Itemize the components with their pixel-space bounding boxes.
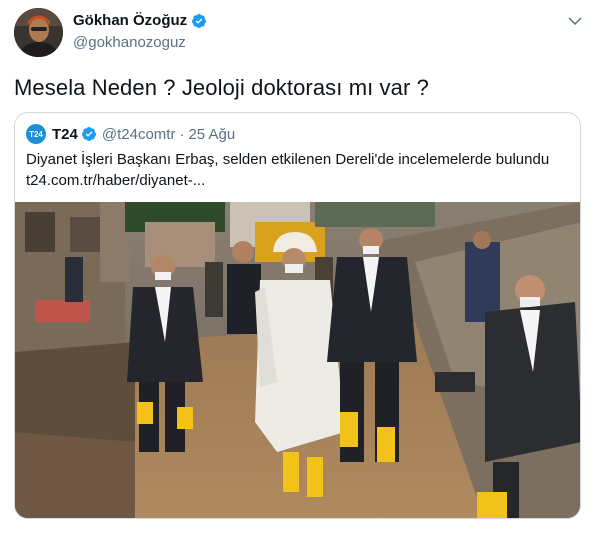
verified-badge-icon	[81, 127, 96, 141]
quoted-author-name[interactable]: T24	[52, 126, 78, 143]
quoted-avatar[interactable]: T24	[26, 124, 46, 144]
quoted-author-handle[interactable]: @t24comtr	[102, 126, 176, 143]
author-row: Gökhan Özoğuz	[73, 12, 207, 29]
author-name[interactable]: Gökhan Özoğuz	[73, 12, 187, 29]
verified-badge-icon	[192, 13, 207, 28]
tweet: Gökhan Özoğuz @gokhanozoguz Mesela Neden…	[0, 0, 603, 534]
quoted-header: T24 T24 @t24comtr · 25 Ağu	[26, 124, 235, 144]
author-handle[interactable]: @gokhanozoguz	[73, 34, 186, 51]
quoted-tweet[interactable]: T24 T24 @t24comtr · 25 Ağu Diyanet İşler…	[14, 112, 581, 519]
chevron-down-icon[interactable]	[566, 12, 584, 30]
quoted-photo[interactable]	[15, 202, 580, 518]
quoted-date[interactable]: 25 Ağu	[188, 126, 235, 143]
avatar[interactable]	[14, 8, 63, 57]
quoted-link[interactable]: t24.com.tr/haber/diyanet-...	[26, 170, 571, 191]
quoted-text: Diyanet İşleri Başkanı Erbaş, selden etk…	[26, 149, 571, 191]
tweet-text: Mesela Neden ? Jeoloji doktorası mı var …	[14, 75, 429, 100]
separator-dot: ·	[179, 125, 185, 143]
quoted-text-line: Diyanet İşleri Başkanı Erbaş, selden etk…	[26, 151, 550, 168]
